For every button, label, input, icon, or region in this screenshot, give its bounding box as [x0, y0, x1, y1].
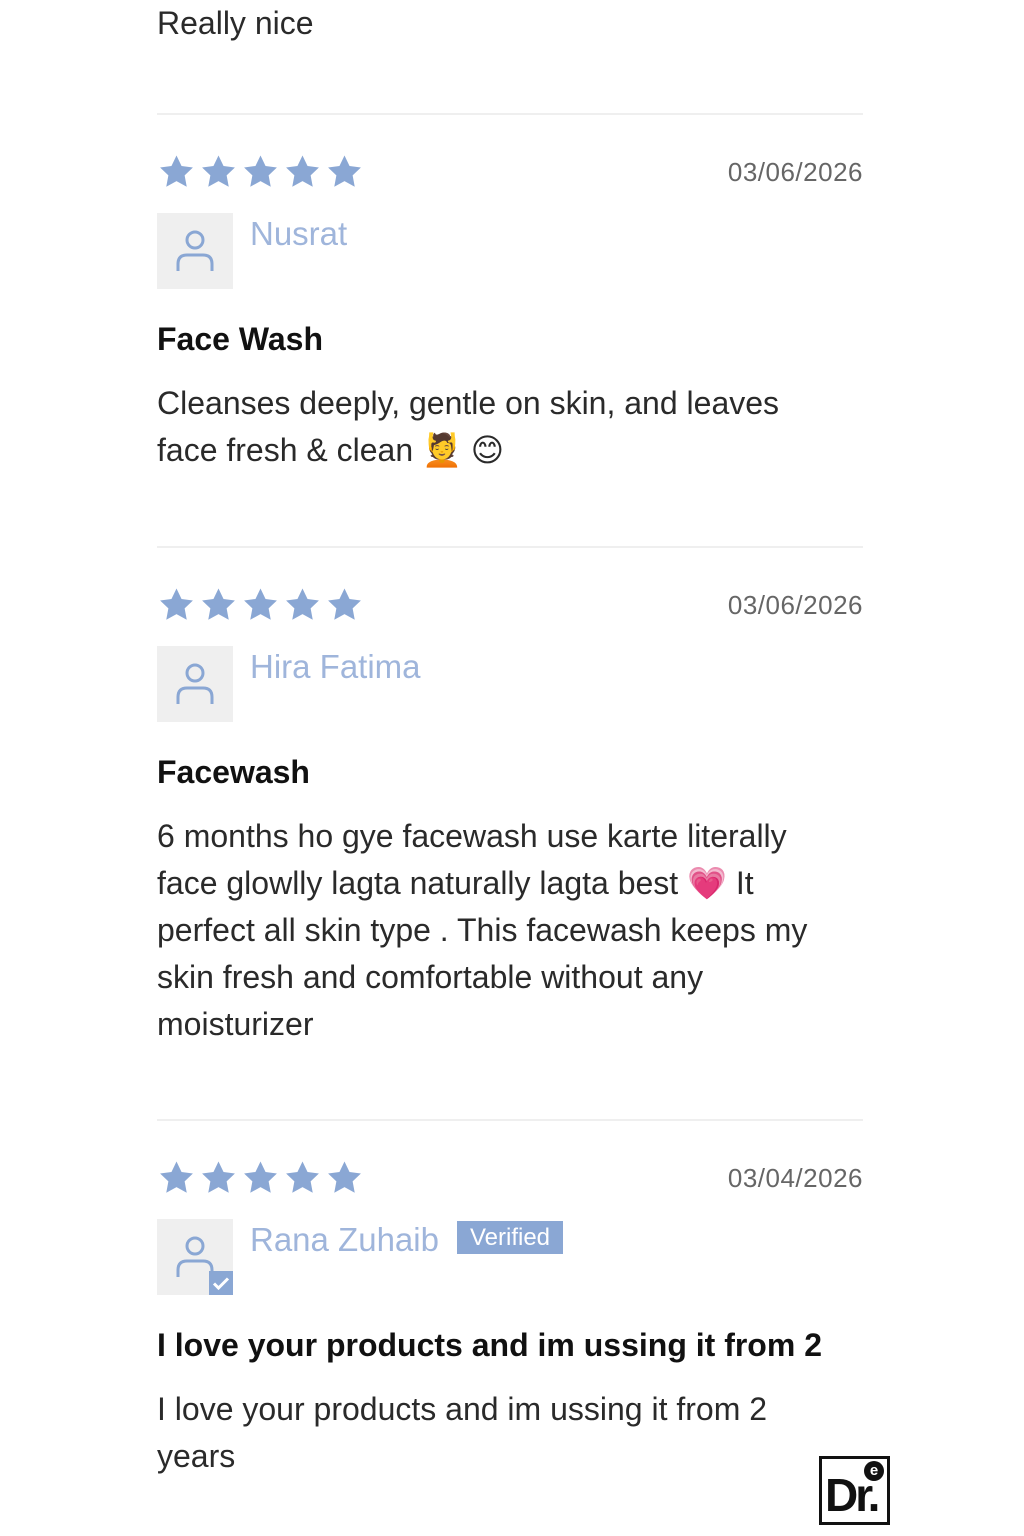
review-author: Hira Fatima — [157, 646, 863, 722]
star-rating — [157, 153, 364, 193]
review-body: I love your products and im ussing it fr… — [157, 1391, 768, 1474]
star-icon — [286, 1161, 319, 1193]
avatar — [157, 1219, 233, 1295]
author-name: Rana Zuhaib Verified — [250, 1221, 564, 1259]
star-icon — [286, 588, 319, 620]
star-rating — [157, 1159, 364, 1199]
review-body: 6 months ho gye facewash use karte liter… — [157, 818, 808, 1042]
brand-logo[interactable]: Dr. e — [819, 1456, 890, 1525]
star-icon — [244, 155, 277, 187]
star-icon — [160, 588, 193, 620]
review-title: Facewash — [157, 754, 310, 790]
review-header: 03/06/2026 — [157, 586, 863, 646]
author-name: Hira Fatima — [250, 648, 421, 685]
avatar — [157, 213, 233, 289]
review-divider — [157, 546, 863, 548]
star-icon — [244, 588, 277, 620]
review-title: Face Wash — [157, 321, 323, 357]
star-icon — [244, 1161, 277, 1193]
review-divider — [157, 1119, 863, 1121]
review-author: Rana Zuhaib Verified — [157, 1219, 863, 1295]
star-rating — [157, 586, 364, 626]
star-icon — [328, 1161, 361, 1193]
review-date: 03/06/2026 — [727, 157, 863, 187]
review-header: 03/06/2026 — [157, 153, 863, 213]
star-icon — [328, 155, 361, 187]
logo-badge: e — [864, 1461, 884, 1481]
star-icon — [328, 588, 361, 620]
verified-check-icon — [209, 1271, 233, 1295]
star-icon — [160, 1161, 193, 1193]
star-icon — [286, 155, 319, 187]
previous-review-body: Really nice — [157, 5, 314, 41]
review-item: 03/06/2026 Hira Fatima Facewash 6 months… — [157, 586, 863, 1048]
reviews-list: Really nice 03/06/2026 Nusrat Face Wash … — [157, 0, 863, 1480]
star-icon — [202, 588, 235, 620]
review-item: 03/06/2026 Nusrat Face Wash Cleanses dee… — [157, 153, 863, 474]
review-title: I love your products and im ussing it fr… — [157, 1327, 822, 1363]
avatar — [157, 646, 233, 722]
review-author: Nusrat — [157, 213, 863, 289]
verified-badge: Verified — [456, 1221, 564, 1254]
review-date: 03/06/2026 — [727, 590, 863, 620]
star-icon — [202, 155, 235, 187]
review-divider — [157, 113, 863, 115]
review-body: Cleanses deeply, gentle on skin, and lea… — [157, 385, 780, 468]
user-icon — [176, 230, 214, 271]
user-icon — [176, 663, 214, 704]
review-date: 03/04/2026 — [727, 1163, 863, 1193]
review-item: 03/04/2026 Rana Zuhaib Verified I love yo… — [157, 1159, 863, 1480]
review-header: 03/04/2026 — [157, 1159, 863, 1219]
author-name: Nusrat — [250, 215, 348, 252]
star-icon — [160, 155, 193, 187]
star-icon — [202, 1161, 235, 1193]
